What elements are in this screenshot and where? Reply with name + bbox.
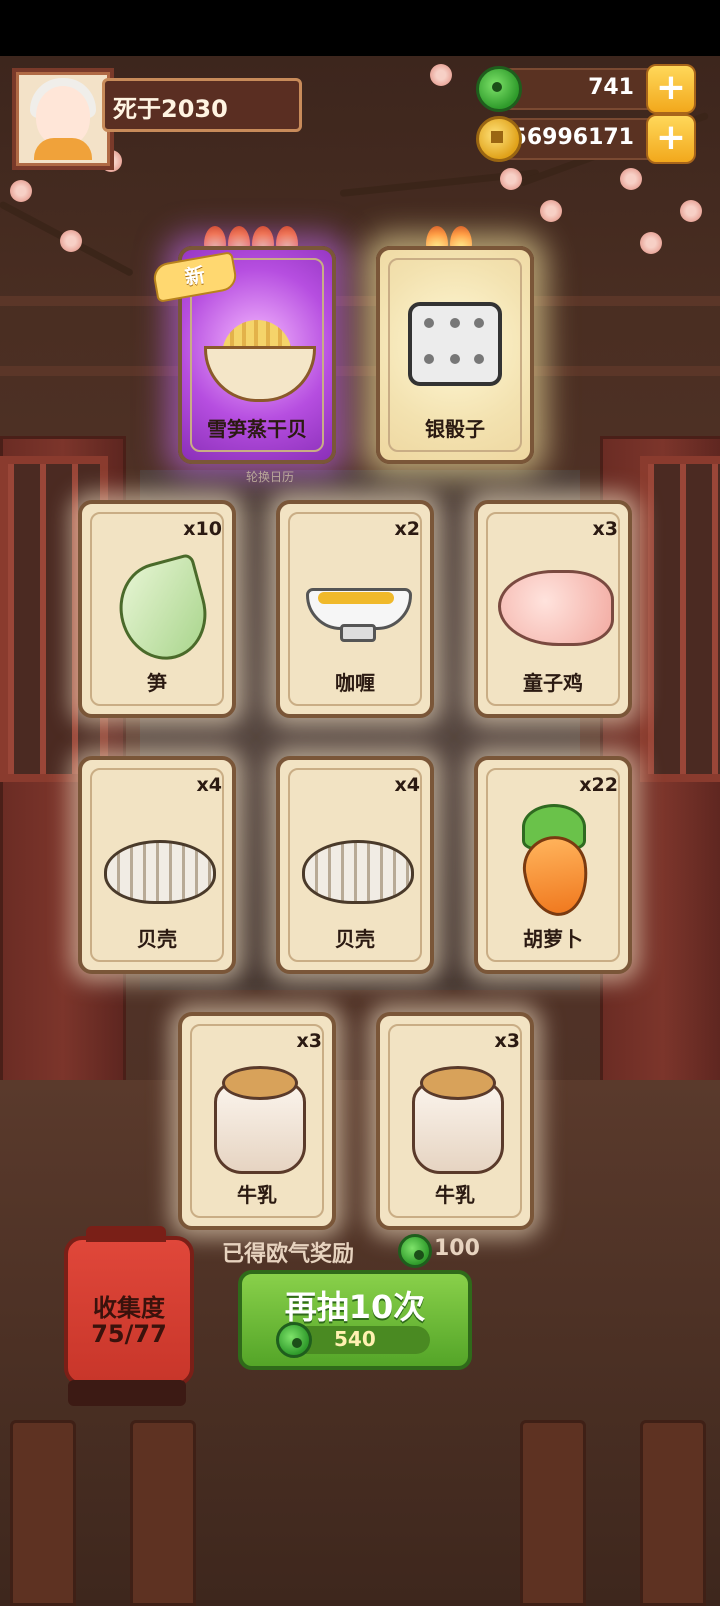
item-count: x4 — [394, 774, 420, 796]
item-label: 咖喱 — [335, 671, 375, 695]
coin-icon — [476, 116, 522, 162]
draw-cost-bar: 540 — [276, 1322, 430, 1358]
beam — [0, 296, 720, 306]
reward-value: 100 — [434, 1236, 480, 1261]
rail — [520, 1420, 586, 1606]
chicken-icon — [498, 570, 614, 646]
jade-icon — [276, 1322, 312, 1358]
item-card[interactable]: x3 牛乳 — [178, 1012, 336, 1230]
shell-icon — [302, 840, 414, 904]
item-label: 童子鸡 — [523, 671, 583, 695]
item-count: x22 — [579, 774, 618, 796]
jade-value: 741 — [588, 75, 634, 100]
steamed-scallop-dish-icon — [204, 320, 316, 402]
blossom — [10, 180, 32, 202]
jade-currency-bar: 741 + — [492, 64, 696, 114]
blossom — [60, 230, 82, 252]
add-coin-button[interactable]: + — [646, 114, 696, 164]
draw-again-button[interactable]: 再抽10次 540 — [238, 1270, 472, 1370]
status-bar — [0, 0, 720, 56]
rail — [130, 1420, 196, 1606]
item-count: x3 — [296, 1030, 322, 1052]
collection-progress: 75/77 — [91, 1320, 167, 1348]
jade-icon — [398, 1234, 432, 1268]
item-card[interactable]: x3 牛乳 — [376, 1012, 534, 1230]
player-name-box: 死于2030 — [102, 78, 302, 132]
item-label: 贝壳 — [335, 927, 375, 951]
coin-currency-bar: 56996171 + — [492, 114, 696, 164]
blossom — [500, 168, 522, 190]
avatar-face — [36, 86, 90, 146]
curry-icon — [296, 578, 414, 642]
item-card[interactable]: x4 贝壳 — [78, 756, 236, 974]
rail — [10, 1420, 76, 1606]
item-card[interactable]: x2 咖喱 — [276, 500, 434, 718]
item-count: x10 — [183, 518, 222, 540]
beam — [0, 366, 720, 376]
item-card[interactable]: x10 笋 — [78, 500, 236, 718]
jar-lid-icon — [222, 1066, 298, 1100]
blossom — [540, 200, 562, 222]
jade-icon — [476, 66, 522, 112]
rail — [640, 1420, 706, 1606]
item-label: 贝壳 — [137, 927, 177, 951]
right-window — [640, 456, 720, 782]
item-card[interactable]: x3 童子鸡 — [474, 500, 632, 718]
jar-lid-icon — [420, 1066, 496, 1100]
item-label: 牛乳 — [237, 1183, 277, 1207]
item-count: x4 — [196, 774, 222, 796]
card-label: 银骰子 — [425, 417, 485, 441]
item-label: 笋 — [147, 671, 167, 695]
player-name: 死于2030 — [113, 95, 228, 123]
blossom — [640, 232, 662, 254]
item-card[interactable]: x22 胡萝卜 — [474, 756, 632, 974]
blossom — [680, 200, 702, 222]
coin-value: 56996171 — [511, 125, 634, 150]
player-avatar[interactable] — [12, 68, 114, 170]
item-card[interactable]: x4 贝壳 — [276, 756, 434, 974]
item-label: 牛乳 — [435, 1183, 475, 1207]
lantern-cap — [86, 1226, 166, 1242]
reward-label: 已得欧气奖励 — [222, 1242, 355, 1267]
item-label: 胡萝卜 — [523, 927, 583, 951]
item-count: x3 — [494, 1030, 520, 1052]
avatar-body — [34, 138, 92, 160]
silver-dice-icon — [408, 302, 502, 386]
calendar-caption: 轮换日历 — [245, 470, 294, 484]
item-count: x2 — [394, 518, 420, 540]
blossom — [430, 64, 452, 86]
card-label: 雪笋蒸干贝 — [207, 417, 307, 441]
lantern-stand — [68, 1380, 186, 1406]
collection-lantern-button[interactable]: 收集度 75/77 — [64, 1226, 194, 1386]
blossom — [620, 168, 642, 190]
draw-cost: 540 — [334, 1327, 376, 1351]
add-jade-button[interactable]: + — [646, 64, 696, 114]
shell-icon — [104, 840, 216, 904]
item-count: x3 — [592, 518, 618, 540]
collection-label: 收集度 — [93, 1294, 165, 1322]
featured-card-2[interactable]: 银骰子 — [376, 246, 534, 464]
draw-button-label: 再抽10次 — [284, 1288, 426, 1326]
